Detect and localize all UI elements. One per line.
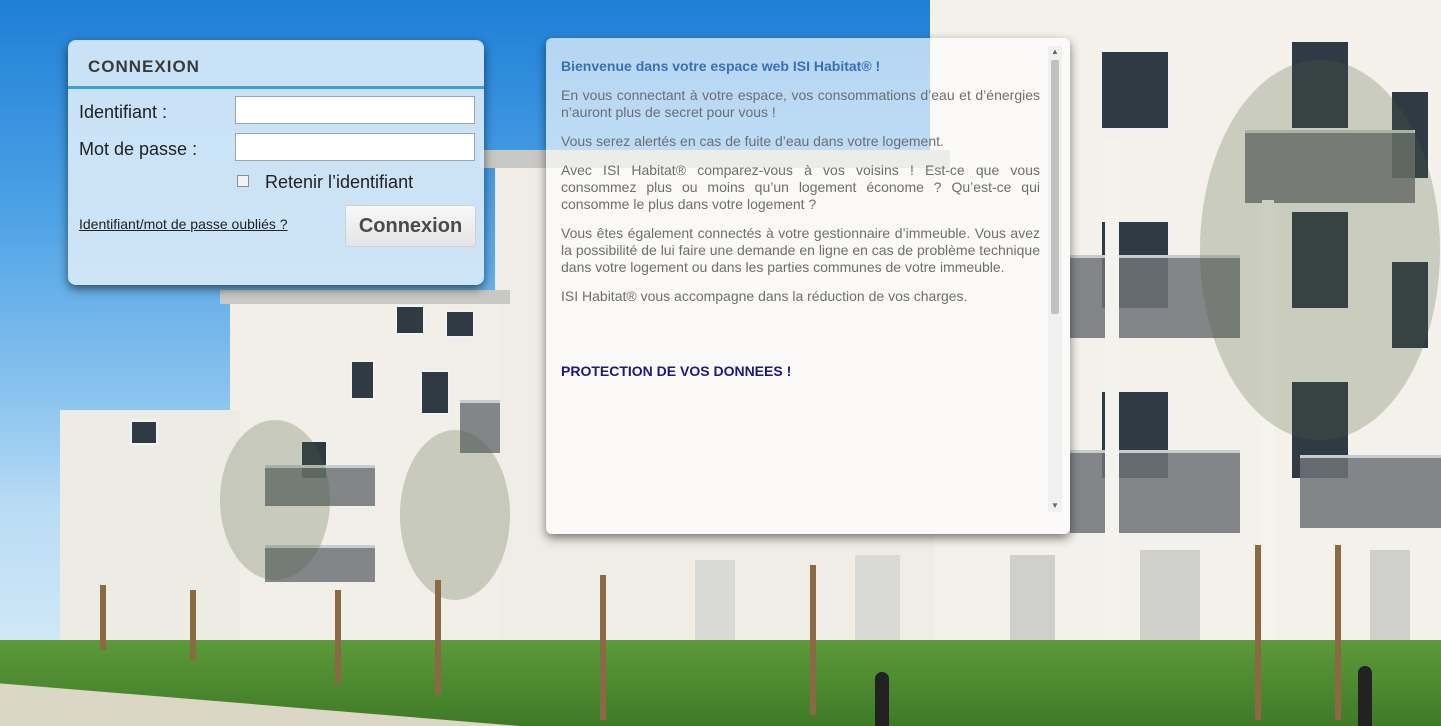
background-column [1105, 140, 1119, 700]
page-background: CONNEXION Identifiant : Mot de passe : R… [0, 0, 1441, 726]
password-input[interactable] [235, 133, 475, 161]
background-window [130, 420, 158, 445]
background-roof-left [220, 290, 510, 304]
scrollbar-thumb[interactable] [1051, 60, 1059, 314]
background-window [350, 360, 375, 400]
background-window [395, 305, 425, 335]
info-panel: Bienvenue dans votre espace web ISI Habi… [546, 38, 1070, 534]
background-shutter [695, 560, 735, 645]
info-scrollbar[interactable]: ▲ ▼ [1048, 46, 1062, 512]
remember-label[interactable]: Retenir l’identifiant [265, 172, 413, 193]
background-tree-trunk [335, 590, 341, 685]
background-tree-crown [220, 420, 330, 580]
welcome-heading: Bienvenue dans votre espace web ISI Habi… [561, 58, 881, 74]
background-tree-trunk [190, 590, 196, 660]
forgot-credentials-link[interactable]: Identifiant/mot de passe oubliés ? [79, 216, 288, 232]
background-tree-trunk [810, 565, 816, 715]
password-label: Mot de passe : [79, 139, 198, 159]
login-panel: CONNEXION Identifiant : Mot de passe : R… [68, 40, 484, 285]
background-tree-trunk [100, 585, 106, 650]
login-title-divider [68, 86, 484, 89]
background-tree-trunk [1255, 545, 1261, 720]
background-bollard [1358, 666, 1372, 726]
background-window [445, 310, 475, 338]
connect-button[interactable]: Connexion [345, 205, 476, 247]
background-balcony [1300, 455, 1441, 528]
info-paragraph: ISI Habitat® vous accompagne dans la réd… [561, 288, 968, 304]
background-tree-crown [1200, 60, 1440, 440]
remember-checkbox[interactable] [237, 175, 249, 187]
background-tree-trunk [600, 575, 606, 720]
login-title: CONNEXION [88, 57, 200, 76]
scroll-up-icon[interactable]: ▲ [1048, 46, 1062, 58]
background-balcony [1070, 450, 1240, 533]
info-paragraph: Vous êtes également connectés à votre ge… [561, 225, 1040, 275]
info-paragraph: En vous connectant à votre espace, vos c… [561, 87, 1040, 120]
background-bollard [875, 672, 889, 726]
background-window [420, 370, 450, 415]
username-label: Identifiant : [79, 102, 168, 122]
background-tree-trunk [435, 580, 441, 695]
info-paragraph: Vous serez alertés en cas de fuite d’eau… [561, 133, 944, 149]
info-content: Bienvenue dans votre espace web ISI Habi… [561, 58, 1040, 392]
info-paragraph: Avec ISI Habitat® comparez-vous à vos vo… [561, 162, 1040, 212]
background-shutter [855, 555, 900, 650]
protection-heading: PROTECTION DE VOS DONNEES ! [561, 363, 792, 379]
scroll-down-icon[interactable]: ▼ [1048, 500, 1062, 512]
username-input[interactable] [235, 96, 475, 124]
background-tree-trunk [1335, 545, 1341, 720]
background-tree-crown [400, 430, 510, 600]
background-window [1100, 50, 1170, 130]
